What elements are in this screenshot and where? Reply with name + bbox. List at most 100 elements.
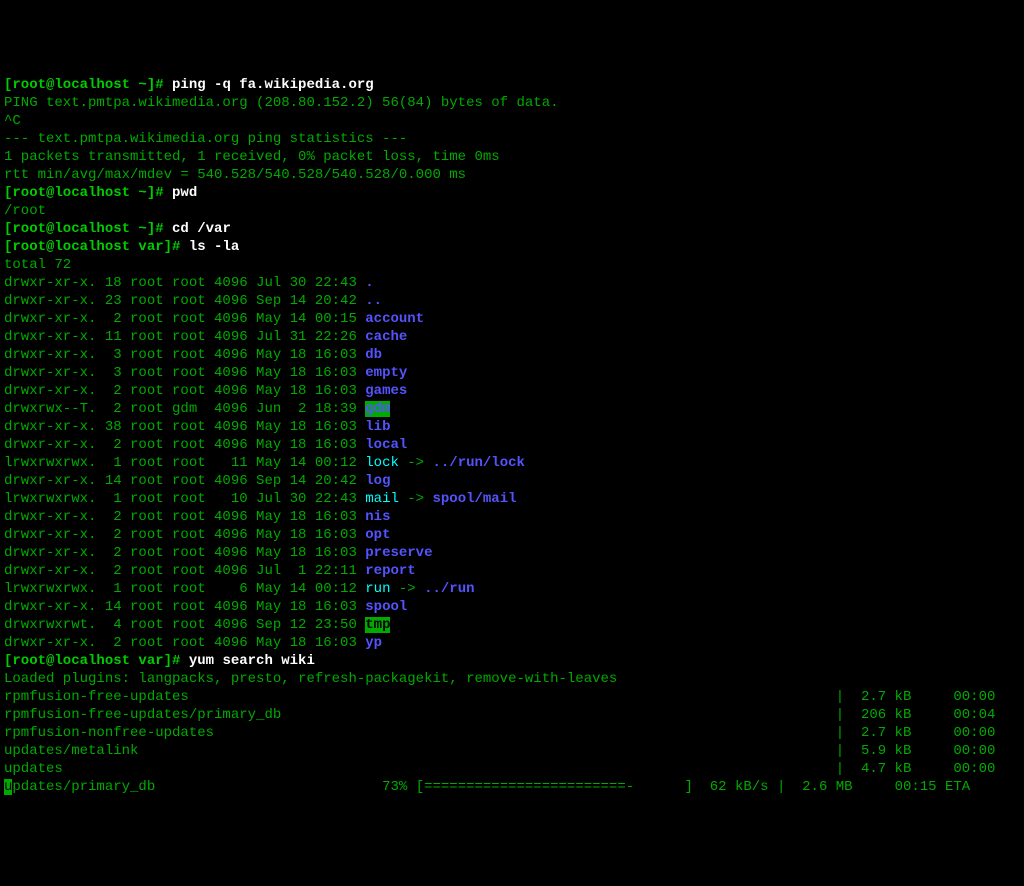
ls-meta: drwxr-xr-x. 18 root root 4096 Jul 30 22:…: [4, 275, 365, 291]
ls-row: drwxrwx--T. 2 root gdm 4096 Jun 2 18:39 …: [4, 400, 1020, 418]
download-name: updates/metalink: [4, 743, 836, 759]
download-name: rpmfusion-free-updates: [4, 689, 836, 705]
shell-prompt: [root@localhost ~]#: [4, 77, 172, 93]
ls-name: ..: [365, 293, 382, 309]
shell-prompt: [root@localhost ~]#: [4, 221, 172, 237]
ls-meta: drwxr-xr-x. 2 root root 4096 May 18 16:0…: [4, 509, 365, 525]
shell-prompt: [root@localhost var]#: [4, 653, 189, 669]
ls-name: tmp: [365, 617, 390, 633]
ls-name: report: [365, 563, 415, 579]
ls-meta: drwxr-xr-x. 14 root root 4096 Sep 14 20:…: [4, 473, 365, 489]
ls-link-target: ../run: [424, 581, 474, 597]
command-ping[interactable]: ping -q fa.wikipedia.org: [172, 77, 374, 93]
ls-row: drwxr-xr-x. 14 root root 4096 Sep 14 20:…: [4, 472, 1020, 490]
ls-meta: drwxr-xr-x. 14 root root 4096 May 18 16:…: [4, 599, 365, 615]
ls-row: drwxr-xr-x. 23 root root 4096 Sep 14 20:…: [4, 292, 1020, 310]
download-eta: 00:15 ETA: [895, 779, 971, 795]
download-row: rpmfusion-free-updates/primary_db | 206 …: [4, 706, 1020, 724]
terminal-line: ^C: [4, 112, 1020, 130]
ls-meta: drwxr-xr-x. 2 root root 4096 May 18 16:0…: [4, 383, 365, 399]
ping-output: PING text.pmtpa.wikimedia.org (208.80.15…: [4, 95, 559, 111]
download-stats: | 4.7 kB 00:00: [836, 761, 996, 777]
terminal-line: 1 packets transmitted, 1 received, 0% pa…: [4, 148, 1020, 166]
ls-meta: drwxr-xr-x. 2 root root 4096 May 18 16:0…: [4, 527, 365, 543]
download-name: pdates/primary_db: [12, 779, 373, 795]
download-pct: 73%: [374, 779, 416, 795]
download-stats: | 5.9 kB 00:00: [836, 743, 996, 759]
ls-name: run: [365, 581, 390, 597]
ls-row: drwxrwxrwt. 4 root root 4096 Sep 12 23:5…: [4, 616, 1020, 634]
command-cd[interactable]: cd /var: [172, 221, 231, 237]
ls-name: mail: [365, 491, 399, 507]
ls-row: drwxr-xr-x. 3 root root 4096 May 18 16:0…: [4, 364, 1020, 382]
ls-row: lrwxrwxrwx. 1 root root 11 May 14 00:12 …: [4, 454, 1020, 472]
terminal-line: [root@localhost ~]# cd /var: [4, 220, 1020, 238]
download-rate: 62 kB/s: [693, 779, 777, 795]
shell-prompt: [root@localhost var]#: [4, 239, 189, 255]
command-yum[interactable]: yum search wiki: [189, 653, 315, 669]
ls-name: games: [365, 383, 407, 399]
ls-meta: drwxr-xr-x. 38 root root 4096 May 18 16:…: [4, 419, 365, 435]
ls-name: db: [365, 347, 382, 363]
download-stats: | 2.7 kB 00:00: [836, 689, 996, 705]
download-row: rpmfusion-nonfree-updates | 2.7 kB 00:00: [4, 724, 1020, 742]
ls-name: cache: [365, 329, 407, 345]
download-progress-row: updates/primary_db 73% [================…: [4, 778, 1020, 796]
command-ls[interactable]: ls -la: [189, 239, 239, 255]
ls-row: drwxr-xr-x. 2 root root 4096 Jul 1 22:11…: [4, 562, 1020, 580]
ls-meta: drwxr-xr-x. 3 root root 4096 May 18 16:0…: [4, 365, 365, 381]
ping-interrupt: ^C: [4, 113, 21, 129]
ping-stats: rtt min/avg/max/mdev = 540.528/540.528/5…: [4, 167, 466, 183]
ls-meta: drwxr-xr-x. 23 root root 4096 Sep 14 20:…: [4, 293, 365, 309]
download-size: | 2.6 MB: [777, 779, 895, 795]
ls-meta: drwxrwx--T. 2 root gdm 4096 Jun 2 18:39: [4, 401, 365, 417]
terminal-line: rtt min/avg/max/mdev = 540.528/540.528/5…: [4, 166, 1020, 184]
command-pwd[interactable]: pwd: [172, 185, 197, 201]
ls-total: total 72: [4, 257, 71, 273]
ls-name: local: [365, 437, 407, 453]
terminal[interactable]: [root@localhost ~]# ping -q fa.wikipedia…: [4, 76, 1020, 796]
download-name: updates: [4, 761, 836, 777]
ls-name: lib: [365, 419, 390, 435]
terminal-line: --- text.pmtpa.wikimedia.org ping statis…: [4, 130, 1020, 148]
ls-row: lrwxrwxrwx. 1 root root 10 Jul 30 22:43 …: [4, 490, 1020, 508]
ls-row: drwxr-xr-x. 2 root root 4096 May 14 00:1…: [4, 310, 1020, 328]
terminal-line: Loaded plugins: langpacks, presto, refre…: [4, 670, 1020, 688]
ls-name: spool: [365, 599, 407, 615]
terminal-line: PING text.pmtpa.wikimedia.org (208.80.15…: [4, 94, 1020, 112]
ls-row: drwxr-xr-x. 11 root root 4096 Jul 31 22:…: [4, 328, 1020, 346]
ls-row: drwxr-xr-x. 2 root root 4096 May 18 16:0…: [4, 544, 1020, 562]
terminal-line: [root@localhost var]# ls -la: [4, 238, 1020, 256]
ls-name: preserve: [365, 545, 432, 561]
ls-row: drwxr-xr-x. 2 root root 4096 May 18 16:0…: [4, 526, 1020, 544]
ls-row: drwxr-xr-x. 38 root root 4096 May 18 16:…: [4, 418, 1020, 436]
ls-meta: lrwxrwxrwx. 1 root root 6 May 14 00:12: [4, 581, 365, 597]
yum-plugins: Loaded plugins: langpacks, presto, refre…: [4, 671, 617, 687]
ls-meta: drwxr-xr-x. 2 root root 4096 May 18 16:0…: [4, 545, 365, 561]
download-name: rpmfusion-nonfree-updates: [4, 725, 836, 741]
download-row: rpmfusion-free-updates | 2.7 kB 00:00: [4, 688, 1020, 706]
ls-name: empty: [365, 365, 407, 381]
ls-name: gdm: [365, 401, 390, 417]
ls-meta: drwxr-xr-x. 2 root root 4096 Jul 1 22:11: [4, 563, 365, 579]
ls-meta: lrwxrwxrwx. 1 root root 10 Jul 30 22:43: [4, 491, 365, 507]
ls-row: lrwxrwxrwx. 1 root root 6 May 14 00:12 r…: [4, 580, 1020, 598]
ping-stats-header: --- text.pmtpa.wikimedia.org ping statis…: [4, 131, 407, 147]
ls-row: drwxr-xr-x. 2 root root 4096 May 18 16:0…: [4, 436, 1020, 454]
ls-meta: drwxr-xr-x. 2 root root 4096 May 18 16:0…: [4, 437, 365, 453]
ls-arrow: ->: [399, 491, 433, 507]
ls-row: drwxr-xr-x. 2 root root 4096 May 18 16:0…: [4, 508, 1020, 526]
ls-name: log: [365, 473, 390, 489]
download-row: updates/metalink | 5.9 kB 00:00: [4, 742, 1020, 760]
ls-name: nis: [365, 509, 390, 525]
terminal-line: [root@localhost var]# yum search wiki: [4, 652, 1020, 670]
terminal-line: [root@localhost ~]# ping -q fa.wikipedia…: [4, 76, 1020, 94]
ls-name: .: [365, 275, 373, 291]
shell-prompt: [root@localhost ~]#: [4, 185, 172, 201]
ping-stats: 1 packets transmitted, 1 received, 0% pa…: [4, 149, 500, 165]
ls-row: drwxr-xr-x. 14 root root 4096 May 18 16:…: [4, 598, 1020, 616]
ls-name: account: [365, 311, 424, 327]
download-stats: | 2.7 kB 00:00: [836, 725, 996, 741]
cursor: u: [4, 779, 12, 795]
terminal-line: [root@localhost ~]# pwd: [4, 184, 1020, 202]
